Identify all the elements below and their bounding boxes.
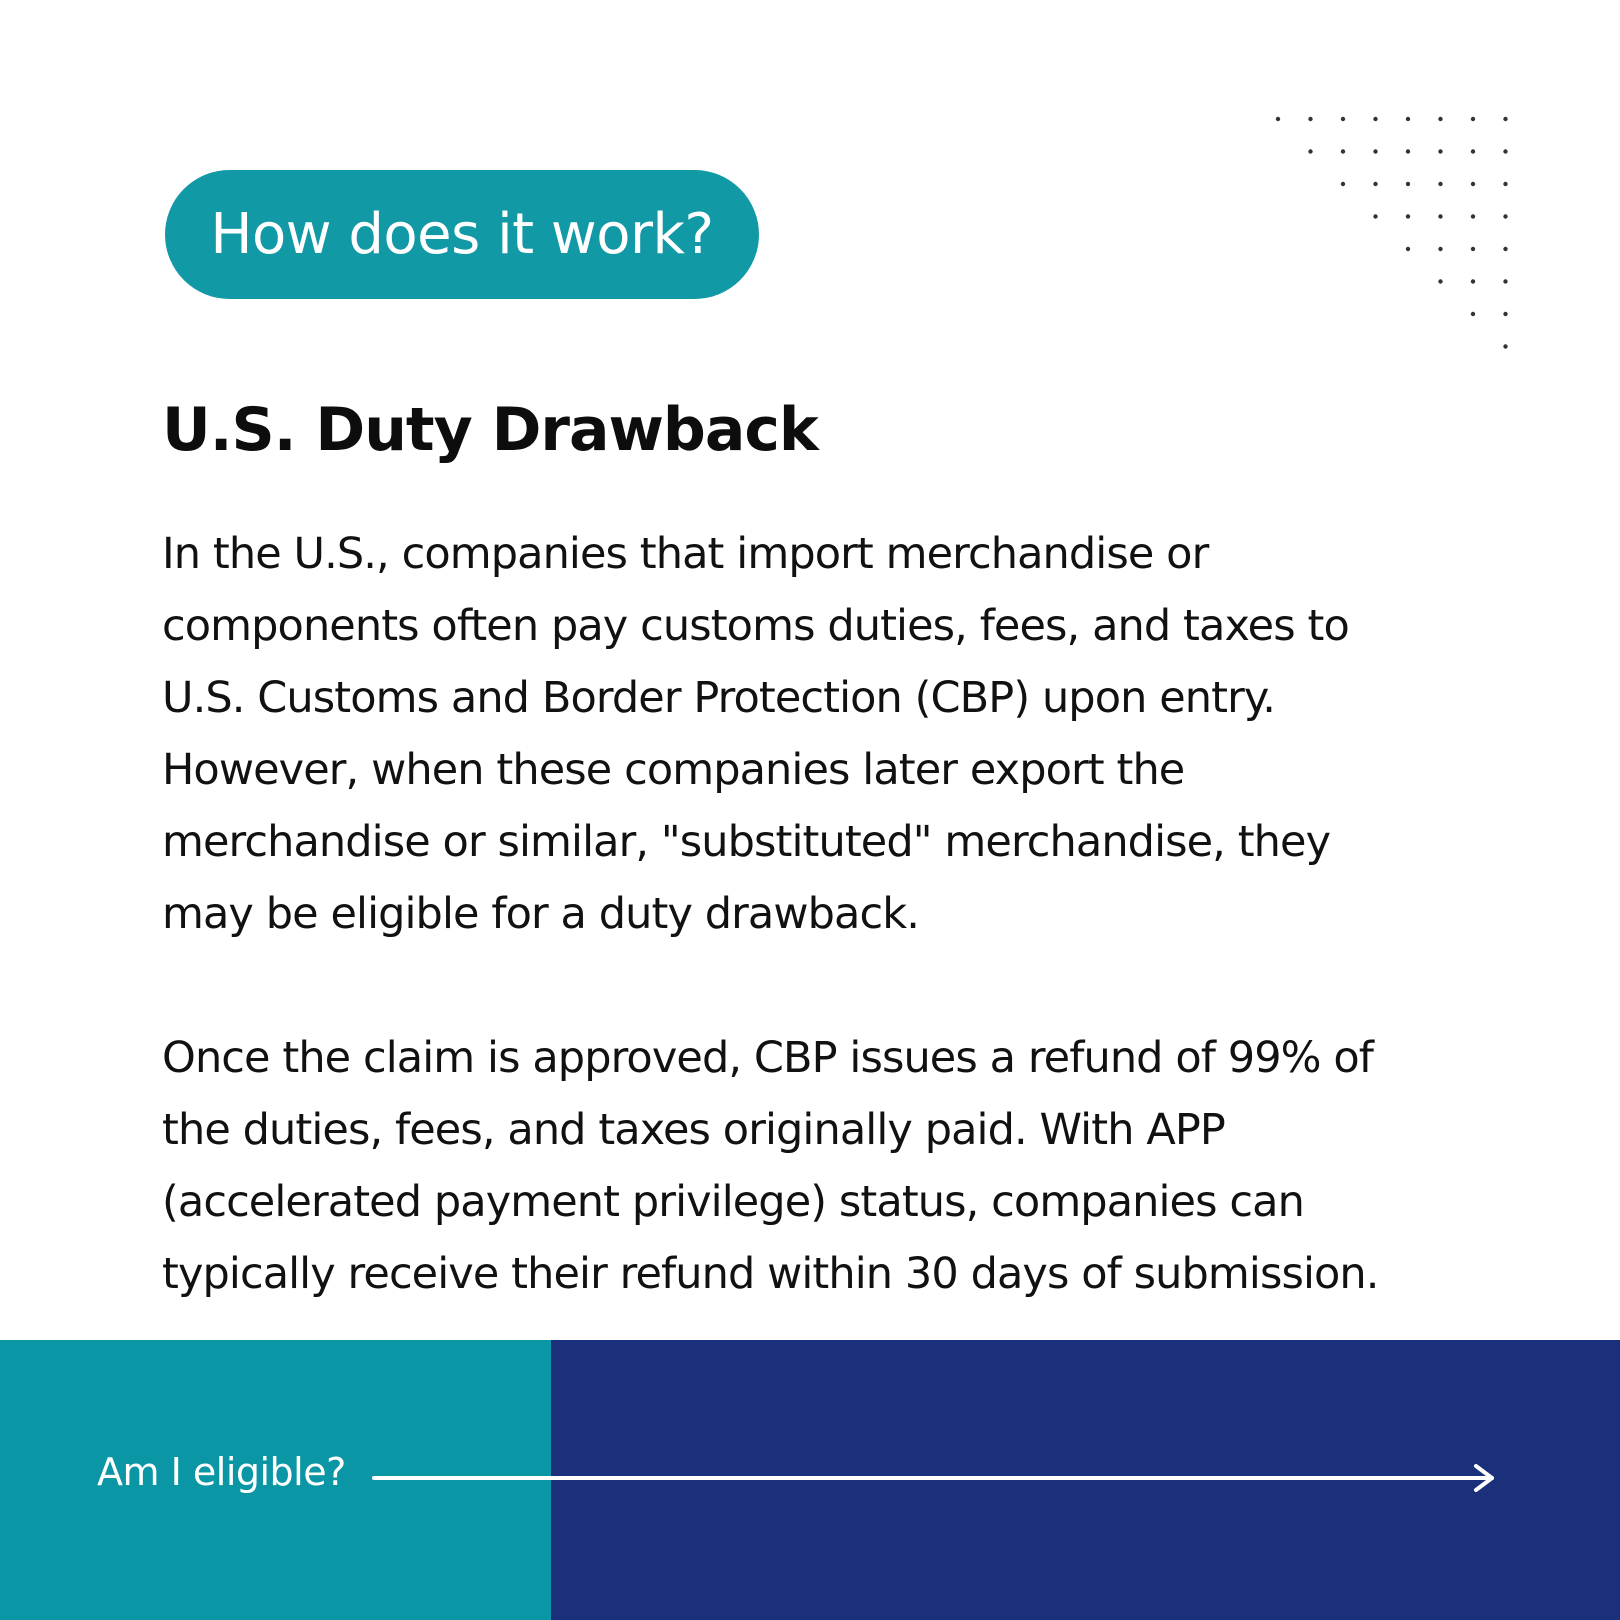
decor-dot: [1438, 149, 1443, 154]
decor-dot: [1470, 279, 1476, 284]
slide: How does it work? U.S. Duty Drawback In …: [0, 0, 1620, 1620]
paragraph-line: typically receive their refund within 30…: [162, 1249, 1379, 1299]
decor-dot: [1470, 311, 1476, 317]
arrow-right-icon[interactable]: [370, 1462, 1500, 1494]
paragraph-intro: In the U.S., companies that import merch…: [162, 518, 1482, 950]
paragraph-line: In the U.S., companies that import merch…: [162, 529, 1209, 579]
decor-dot: [1503, 344, 1508, 349]
decor-dot: [1503, 311, 1508, 317]
decor-dot: [1308, 116, 1313, 122]
eligibility-link[interactable]: Am I eligible?: [97, 1450, 346, 1494]
decor-dot: [1405, 116, 1411, 122]
decor-dot: [1405, 149, 1411, 154]
decor-dot: [1503, 279, 1508, 284]
decor-dot: [1470, 181, 1476, 187]
page-title: U.S. Duty Drawback: [162, 395, 819, 465]
decor-dot: [1405, 246, 1411, 252]
decor-dot: [1503, 181, 1508, 187]
paragraph-line: U.S. Customs and Border Protection (CBP)…: [162, 673, 1276, 723]
paragraph-line: may be eligible for a duty drawback.: [162, 889, 920, 939]
decor-dot: [1275, 116, 1281, 122]
decor-dot: [1405, 214, 1411, 219]
paragraph-line: components often pay customs duties, fee…: [162, 601, 1350, 651]
decor-dot: [1373, 116, 1378, 122]
decor-dot: [1308, 149, 1313, 154]
decor-dot: [1470, 149, 1476, 154]
decor-dot: [1503, 214, 1508, 219]
decor-dot: [1340, 149, 1346, 154]
decor-dot: [1373, 181, 1378, 187]
decor-dot: [1340, 116, 1346, 122]
paragraph-line: (accelerated payment privilege) status, …: [162, 1177, 1305, 1227]
paragraph-line: Once the claim is approved, CBP issues a…: [162, 1033, 1374, 1083]
decor-dot: [1470, 214, 1476, 219]
section-badge-label: How does it work?: [210, 202, 714, 267]
decor-dot: [1438, 279, 1443, 284]
decor-dot: [1438, 116, 1443, 122]
paragraph-line: the duties, fees, and taxes originally p…: [162, 1105, 1226, 1155]
decor-dot: [1373, 214, 1378, 219]
paragraph-line: merchandise or similar, "substituted" me…: [162, 817, 1331, 867]
dot-pattern-decoration: [1275, 116, 1508, 349]
section-badge: How does it work?: [165, 170, 759, 299]
decor-dot: [1438, 246, 1443, 252]
decor-dot: [1503, 116, 1508, 122]
decor-dot: [1340, 181, 1346, 187]
decor-dot: [1373, 149, 1378, 154]
paragraph-refund: Once the claim is approved, CBP issues a…: [162, 1022, 1482, 1310]
decor-dot: [1405, 181, 1411, 187]
decor-dot: [1438, 181, 1443, 187]
decor-dot: [1438, 214, 1443, 219]
decor-dot: [1470, 246, 1476, 252]
decor-dot: [1503, 149, 1508, 154]
decor-dot: [1503, 246, 1508, 252]
decor-dot: [1470, 116, 1476, 122]
paragraph-line: However, when these companies later expo…: [162, 745, 1185, 795]
